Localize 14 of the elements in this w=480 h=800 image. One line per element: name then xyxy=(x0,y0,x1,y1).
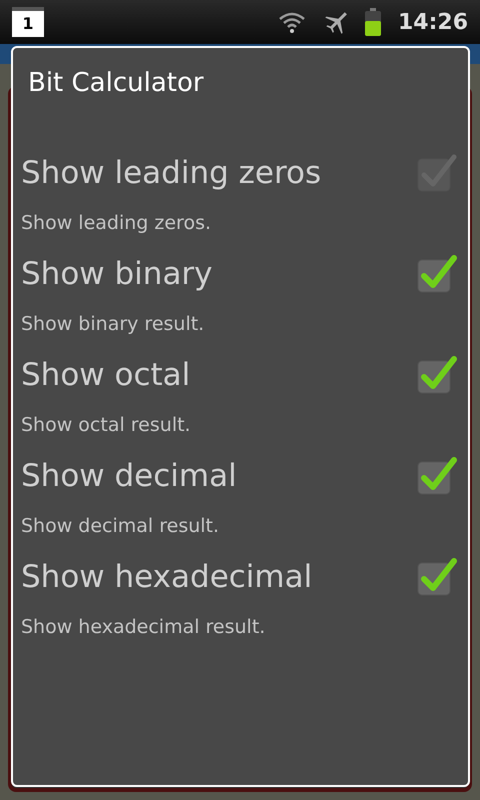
setting-title[interactable]: Show binary xyxy=(21,250,213,298)
calendar-notification-icon[interactable]: 1 xyxy=(12,7,44,37)
setting-summary: Show hexadecimal result. xyxy=(21,615,266,640)
dialog-title: Bit Calculator xyxy=(27,67,205,100)
wifi-icon xyxy=(278,11,306,33)
setting-summary: Show binary result. xyxy=(21,312,206,337)
setting-summary: Show leading zeros. xyxy=(21,211,212,236)
setting-summary: Show decimal result. xyxy=(21,514,220,539)
setting-title[interactable]: Show hexadecimal xyxy=(21,554,312,600)
setting-summary: Show octal result. xyxy=(21,413,192,438)
battery-icon xyxy=(364,8,382,36)
setting-title[interactable]: Show decimal xyxy=(21,452,237,500)
clock: 14:26 xyxy=(398,8,468,36)
setting-title[interactable]: Show octal xyxy=(21,352,190,398)
